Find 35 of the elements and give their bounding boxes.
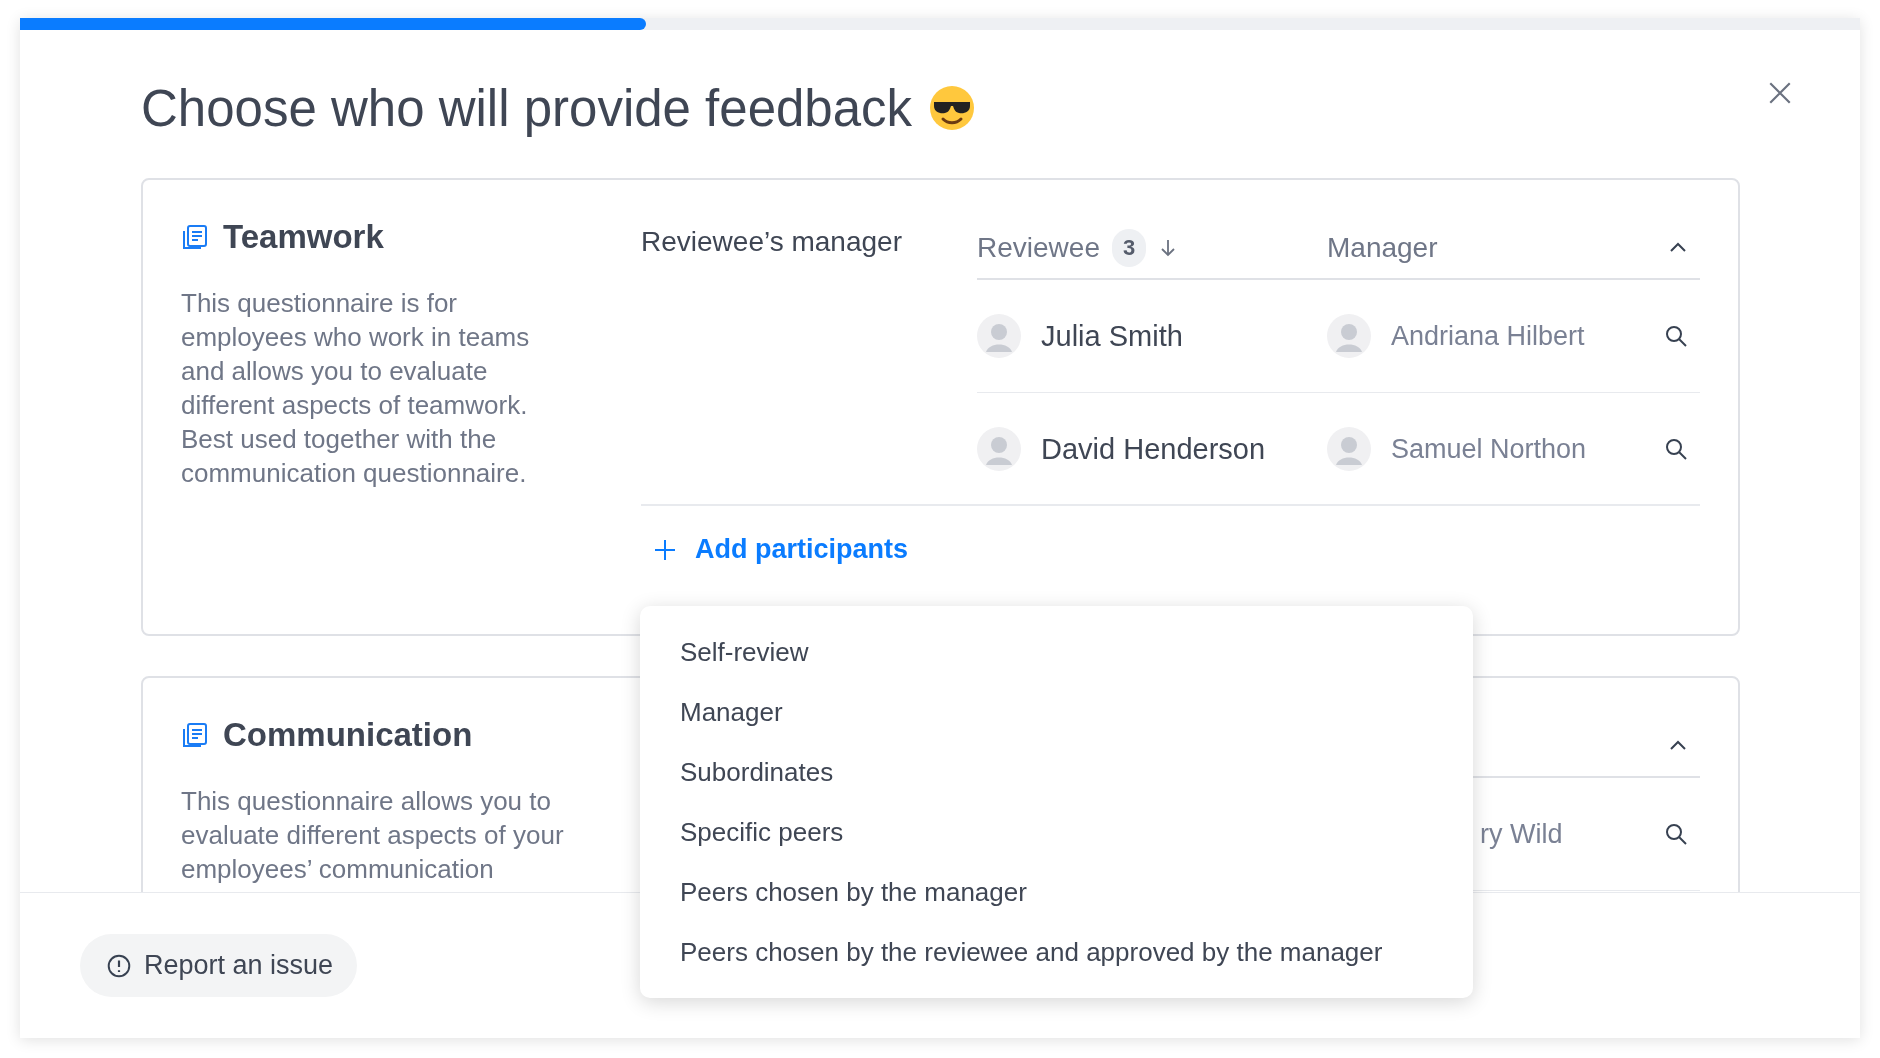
report-issue-button[interactable]: Report an issue (80, 934, 358, 997)
menu-item[interactable]: Subordinates (640, 742, 1473, 802)
count-badge: 3 (1111, 229, 1147, 267)
questionnaire-description: This questionnaire allows you to evaluate different aspects of your employees’ communication (181, 785, 565, 886)
role-label: Reviewee’s manager (641, 226, 902, 257)
dialog-title: Choose who will provide feedback (141, 78, 913, 138)
questionnaire-title: Teamwork (223, 218, 384, 256)
menu-item[interactable]: Manager (640, 682, 1473, 742)
manager-name: Andriana Hilbert (1391, 320, 1585, 352)
menu-item[interactable]: Peers chosen by the manager (640, 862, 1473, 922)
questionnaire-title: Communication (223, 716, 473, 754)
column-header[interactable]: Reviewee (977, 232, 1100, 264)
avatar (977, 314, 1021, 358)
add-participants-button[interactable]: Add participants (641, 506, 921, 593)
search-icon[interactable] (1664, 324, 1688, 348)
questionnaire-description: This questionnaire is for employees who work in teams and allows you to evaluate different aspects of teamwork. Best used together with the communication questionnaire. (181, 287, 531, 490)
search-icon[interactable] (1664, 822, 1688, 846)
search-icon[interactable] (1664, 437, 1688, 461)
manager-name: ry Wild (1480, 818, 1563, 850)
menu-item[interactable]: Self-review (640, 622, 1473, 682)
plus-icon (653, 537, 677, 562)
document-icon (181, 223, 209, 251)
avatar (1327, 427, 1371, 471)
alert-icon (106, 952, 132, 979)
sunglasses-face-icon (928, 84, 977, 132)
menu-item[interactable]: Specific peers (640, 802, 1473, 862)
reviewee-name: Julia Smith (1041, 319, 1183, 353)
document-icon (181, 721, 209, 749)
column-header[interactable]: Manager (1327, 232, 1438, 264)
reviewee-name: David Henderson (1041, 432, 1266, 466)
avatar (1327, 314, 1371, 358)
avatar (977, 427, 1021, 471)
manager-name: Samuel Northon (1391, 433, 1587, 465)
close-icon[interactable] (1767, 80, 1793, 106)
menu-item[interactable]: Peers chosen by the reviewee and approved by the manager (640, 922, 1473, 982)
